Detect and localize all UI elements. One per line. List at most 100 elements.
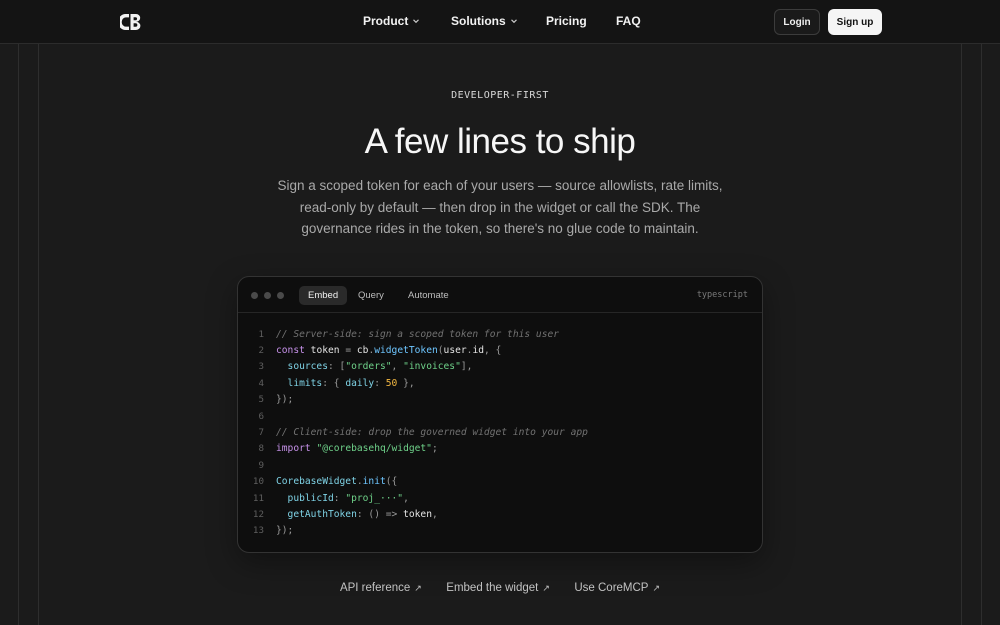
chevron-down-icon xyxy=(510,19,517,24)
code-token: init xyxy=(362,476,386,488)
line-number: 7 xyxy=(258,427,264,439)
code-token: "invoices" xyxy=(403,361,461,373)
code-token: "@corebasehq/widget" xyxy=(316,443,432,455)
code-card: Embed Query Automate typescript 1 // Serv… xyxy=(237,276,763,553)
hero-title: A few lines to ship xyxy=(364,122,636,161)
code-token: }); xyxy=(276,525,294,537)
code-token: => xyxy=(385,508,398,520)
code-token: // Server-side: sign a scoped token for … xyxy=(276,328,560,340)
arrow-up-right-icon: ↗ xyxy=(652,582,661,593)
code-token: ], xyxy=(460,361,473,373)
link-label: Embed the widget xyxy=(446,582,539,594)
arrow-up-right-icon: ↗ xyxy=(414,582,422,593)
chevron-down-icon xyxy=(413,19,420,24)
code-token: , xyxy=(431,508,438,520)
link-label: Use CoreMCP xyxy=(574,582,649,594)
code-token: "orders" xyxy=(345,361,392,373)
code-line: 10 CorebaseWidget. init({ xyxy=(238,474,762,490)
nav-product-menu[interactable]: Product xyxy=(363,14,420,28)
code-token: : { xyxy=(322,377,346,389)
line-number: 4 xyxy=(258,377,264,389)
line-number: 13 xyxy=(252,525,264,537)
nav-faq-link[interactable]: FAQ xyxy=(616,14,641,28)
nav-pricing-label: Pricing xyxy=(546,14,587,28)
nav-pricing-link[interactable]: Pricing xyxy=(546,14,587,28)
code-line: 2 const token = cb. widgetToken(user. id, { xyxy=(238,342,762,358)
embed-widget-link[interactable]: Embed the widget ↗ xyxy=(446,582,550,594)
code-block: 1 // Server-side: sign a scoped token for… xyxy=(238,326,762,539)
code-token: : xyxy=(374,377,386,389)
code-token: , xyxy=(391,361,404,373)
window-dot-icon xyxy=(251,292,258,299)
section-eyebrow: DEVELOPER-FIRST xyxy=(451,90,549,101)
code-token: 50 xyxy=(385,377,398,389)
code-token: }); xyxy=(276,394,294,406)
code-token: ; xyxy=(431,443,438,455)
code-line: 7 // Client-side: drop the governed widge… xyxy=(238,424,762,440)
signup-button[interactable]: Sign up xyxy=(828,9,882,35)
hero-subtitle: Sign a scoped token for each of your use… xyxy=(277,178,723,236)
code-token: : () xyxy=(356,508,386,520)
code-token: daily xyxy=(345,377,375,389)
line-number: 12 xyxy=(252,508,264,520)
code-line: 5}); xyxy=(238,392,762,408)
line-number: 10 xyxy=(252,476,264,488)
code-token: token xyxy=(397,508,432,520)
code-line: 12 getAuthToken: () => token, xyxy=(238,506,762,522)
nav-solutions-label: Solutions xyxy=(451,14,506,28)
code-line: 3 sources: ["orders", "invoices"], xyxy=(238,359,762,375)
code-card-header: Embed Query Automate typescript xyxy=(238,277,762,313)
nav-product-label: Product xyxy=(363,14,409,28)
doc-links: API reference ↗ Embed the widget ↗ Use C… xyxy=(0,578,1000,596)
code-line: 6 xyxy=(238,408,762,424)
line-number: 2 xyxy=(258,345,264,357)
code-token: }, xyxy=(397,377,415,389)
code-token: publicId xyxy=(276,492,334,504)
code-token: id xyxy=(472,345,484,357)
code-token: user xyxy=(443,345,467,357)
line-number: 3 xyxy=(258,361,264,373)
line-number: 11 xyxy=(252,492,264,504)
code-token: limits xyxy=(276,377,323,389)
code-token: , { xyxy=(484,345,502,357)
line-number: 6 xyxy=(258,410,264,422)
line-number: 9 xyxy=(258,459,264,471)
arrow-up-right-icon: ↗ xyxy=(542,582,550,593)
code-token: import xyxy=(276,443,311,455)
code-token: CorebaseWidget xyxy=(276,476,357,488)
top-navbar: CB Product Solutions Pricing FAQ Login S… xyxy=(0,0,1000,44)
link-label: API reference xyxy=(339,582,411,594)
code-token: widgetToken xyxy=(374,345,438,357)
code-line: 9 xyxy=(238,457,762,473)
code-token: getAuthToken xyxy=(276,508,357,520)
code-token: const xyxy=(276,345,305,357)
code-line: 13}); xyxy=(238,523,762,539)
use-coremcp-link[interactable]: Use CoreMCP ↗ xyxy=(574,582,660,594)
nav-faq-label: FAQ xyxy=(616,14,641,28)
code-token: : xyxy=(333,492,346,504)
code-line: 1 // Server-side: sign a scoped token for… xyxy=(238,326,762,342)
window-dot-icon xyxy=(264,292,271,299)
line-number: 1 xyxy=(258,328,264,340)
code-token: : [ xyxy=(327,361,346,373)
login-button[interactable]: Login xyxy=(774,9,820,35)
line-number: 5 xyxy=(258,394,264,406)
code-token: token xyxy=(304,345,346,357)
api-reference-link[interactable]: API reference ↗ xyxy=(340,582,422,594)
tab-embed[interactable]: Embed xyxy=(299,286,348,305)
code-line: 11 publicId: "proj_···", xyxy=(238,490,762,506)
code-token: ({ xyxy=(385,476,398,488)
line-number: 8 xyxy=(258,443,264,455)
code-line: 8 import "@corebasehq/widget"; xyxy=(238,441,762,457)
nav-solutions-menu[interactable]: Solutions xyxy=(451,14,518,28)
code-token: "proj_···" xyxy=(345,492,404,504)
window-dot-icon xyxy=(277,292,284,299)
code-token: // Client-side: drop the governed widget… xyxy=(276,427,588,439)
language-label: typescript xyxy=(696,290,748,300)
tab-automate[interactable]: Automate xyxy=(399,286,458,305)
code-token: sources xyxy=(276,361,328,373)
code-token: cb xyxy=(351,345,369,357)
code-token: , xyxy=(403,492,409,504)
tab-query[interactable]: Query xyxy=(349,286,393,305)
code-line: 4 limits: { daily: 50 }, xyxy=(238,375,762,391)
